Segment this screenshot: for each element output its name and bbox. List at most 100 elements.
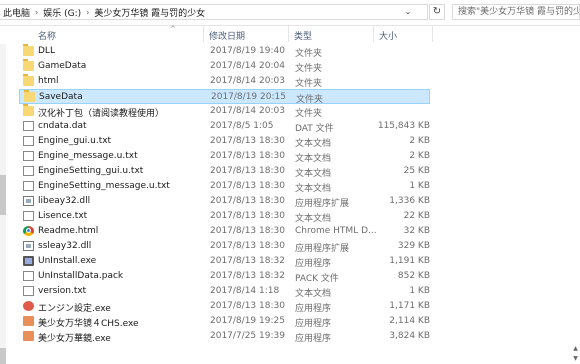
file-name: libeay32.dll [38, 196, 91, 206]
file-row[interactable]: EngineSetting_message.u.txt 2017/8/13 18:… [19, 179, 430, 194]
file-date: 2017/8/13 18:30 [210, 151, 285, 161]
column-date[interactable]: 修改日期 [209, 29, 245, 42]
file-icon [23, 136, 34, 146]
file-date: 2017/8/13 18:30 [210, 196, 285, 206]
file-icon [23, 181, 34, 191]
file-type: DAT 文件 [295, 124, 334, 134]
refresh-icon: ↻ [432, 6, 442, 17]
file-date: 2017/8/13 18:30 [210, 211, 285, 221]
scroll-up-icon[interactable]: ▲ [571, 345, 580, 354]
file-name: Lisence.txt [38, 211, 88, 221]
file-name: UnInstallData.pack [38, 271, 124, 281]
refresh-button[interactable]: ↻ [429, 4, 445, 20]
file-row[interactable]: Engine_message.u.txt 2017/8/13 18:30 文本文档 2… [19, 149, 430, 164]
search-input[interactable]: 搜索"美少女万华镜 霞与罚的少女" [452, 4, 580, 20]
file-size: 115,843 KB [377, 121, 430, 131]
file-icon [23, 271, 34, 281]
file-name: ssleay32.dll [38, 241, 92, 251]
folder-icon [23, 104, 34, 116]
file-size: 1,191 KB [389, 256, 430, 266]
file-row[interactable]: libeay32.dll 2017/8/13 18:30 应用程序扩展 1,336 K… [19, 194, 430, 209]
folder-icon [23, 74, 34, 86]
column-divider[interactable] [373, 26, 374, 42]
file-row[interactable]: DLL 2017/8/19 19:40 文件夹 [19, 44, 430, 59]
file-icon [23, 121, 34, 131]
folder-icon [23, 44, 34, 56]
file-type: 文本文档 [295, 139, 332, 149]
dll-icon [23, 241, 34, 251]
file-type: 应用程序 [295, 304, 332, 314]
file-row[interactable]: UnInstall.exe 2017/8/13 18:32 应用程序 1,191 KB [19, 254, 430, 269]
file-name: Engine_gui.u.txt [38, 136, 112, 146]
file-row[interactable]: 汉化补丁包（请阅读教程使用） 2017/8/14 20:03 文件夹 [19, 104, 430, 119]
file-name: version.txt [38, 286, 87, 296]
file-size: 3,824 KB [389, 331, 430, 341]
file-name: 汉化补丁包（请阅读教程使用） [38, 109, 165, 119]
chevron-right-icon[interactable]: › [84, 8, 91, 17]
column-name[interactable]: 名称 [38, 29, 56, 42]
file-size: 2,114 KB [389, 316, 430, 326]
file-size: 329 KB [397, 241, 430, 251]
breadcrumb-current-folder[interactable]: 美少女万华镜 霞与罚的少女 [91, 6, 208, 19]
file-row[interactable]: Engine_gui.u.txt 2017/8/13 18:30 文本文档 2 KB [19, 134, 430, 149]
file-date: 2017/8/13 18:30 [210, 301, 285, 311]
file-size: 25 KB [403, 166, 430, 176]
file-size: 1 KB [409, 181, 430, 191]
file-name: Readme.html [38, 226, 99, 236]
column-divider[interactable] [203, 26, 204, 42]
file-date: 2017/8/19 19:25 [210, 316, 285, 326]
file-row[interactable]: cndata.dat 2017/8/5 1:05 DAT 文件 115,843 KB [19, 119, 430, 134]
file-row[interactable]: エンジン設定.exe 2017/8/13 18:30 应用程序 1,171 KB [19, 299, 430, 314]
scroll-down-icon[interactable]: ▼ [571, 355, 580, 364]
file-row[interactable]: version.txt 2017/8/14 1:18 文本文档 1 KB [19, 284, 430, 299]
column-size[interactable]: 大小 [379, 29, 397, 42]
file-type: 文件夹 [295, 64, 323, 74]
file-name: DLL [38, 46, 55, 56]
file-name: GameData [38, 61, 87, 71]
column-type[interactable]: 类型 [294, 29, 312, 42]
file-type: 文本文档 [295, 184, 332, 194]
file-size: 1,171 KB [389, 301, 430, 311]
file-size: 2 KB [409, 151, 430, 161]
file-type: 文本文档 [295, 289, 332, 299]
chrome-icon [23, 226, 34, 236]
app-orange-icon [23, 331, 34, 341]
file-row[interactable]: Readme.html 2017/8/13 18:30 Chrome HTML D.… [19, 224, 430, 239]
column-divider[interactable] [288, 26, 289, 42]
app-orange-icon [23, 316, 34, 326]
file-row[interactable]: GameData 2017/8/14 20:04 文件夹 [19, 59, 430, 74]
file-row[interactable]: UnInstallData.pack 2017/8/13 18:32 PACK 文件… [19, 269, 430, 284]
chevron-down-icon[interactable]: ⌄ [403, 7, 413, 17]
file-icon [23, 286, 34, 296]
address-bar: 此电脑 › 娱乐 (G:) › 美少女万华镜 霞与罚的少女 ⌄ ↻ 搜索"美少女… [0, 0, 580, 26]
file-date: 2017/8/19 19:40 [210, 46, 285, 56]
file-type: 文件夹 [295, 49, 323, 59]
navigation-scrollbar-thumb[interactable] [0, 348, 6, 364]
file-type: PACK 文件 [295, 274, 339, 284]
file-row[interactable]: Lisence.txt 2017/8/13 18:30 文本文档 22 KB [19, 209, 430, 224]
file-icon [23, 211, 34, 221]
file-row[interactable]: 美少女万华镜４CHS.exe 2017/8/19 19:25 应用程序 2,114 K… [19, 314, 430, 329]
file-type: 应用程序 [295, 319, 332, 329]
breadcrumb[interactable]: 此电脑 › 娱乐 (G:) › 美少女万华镜 霞与罚的少女 ⌄ [0, 4, 428, 20]
file-row[interactable]: SaveData 2017/8/19 20:15 文件夹 [19, 89, 430, 105]
file-icon [23, 151, 34, 161]
exe-icon [23, 256, 34, 266]
chevron-right-icon[interactable]: › [33, 8, 40, 17]
file-name: UnInstall.exe [38, 256, 97, 266]
app-red-icon [23, 301, 34, 311]
navigation-scrollbar-thumb[interactable] [0, 175, 6, 215]
file-type: 应用程序扩展 [295, 199, 350, 209]
file-row[interactable]: html 2017/8/14 20:03 文件夹 [19, 74, 430, 89]
file-name: cndata.dat [38, 121, 87, 131]
file-date: 2017/8/13 18:30 [210, 136, 285, 146]
file-date: 2017/8/13 18:30 [210, 226, 285, 236]
breadcrumb-drive[interactable]: 娱乐 (G:) [40, 6, 84, 19]
file-date: 2017/8/14 20:03 [210, 106, 285, 116]
column-divider[interactable] [432, 26, 433, 42]
file-date: 2017/8/5 1:05 [210, 121, 274, 131]
file-row[interactable]: 美少女万華鏡.exe 2017/7/25 19:39 应用程序 3,824 KB [19, 329, 430, 344]
breadcrumb-this-pc[interactable]: 此电脑 [0, 6, 33, 19]
file-row[interactable]: EngineSetting_gui.u.txt 2017/8/13 18:30 文本… [19, 164, 430, 179]
file-row[interactable]: ssleay32.dll 2017/8/13 18:30 应用程序扩展 329 KB [19, 239, 430, 254]
